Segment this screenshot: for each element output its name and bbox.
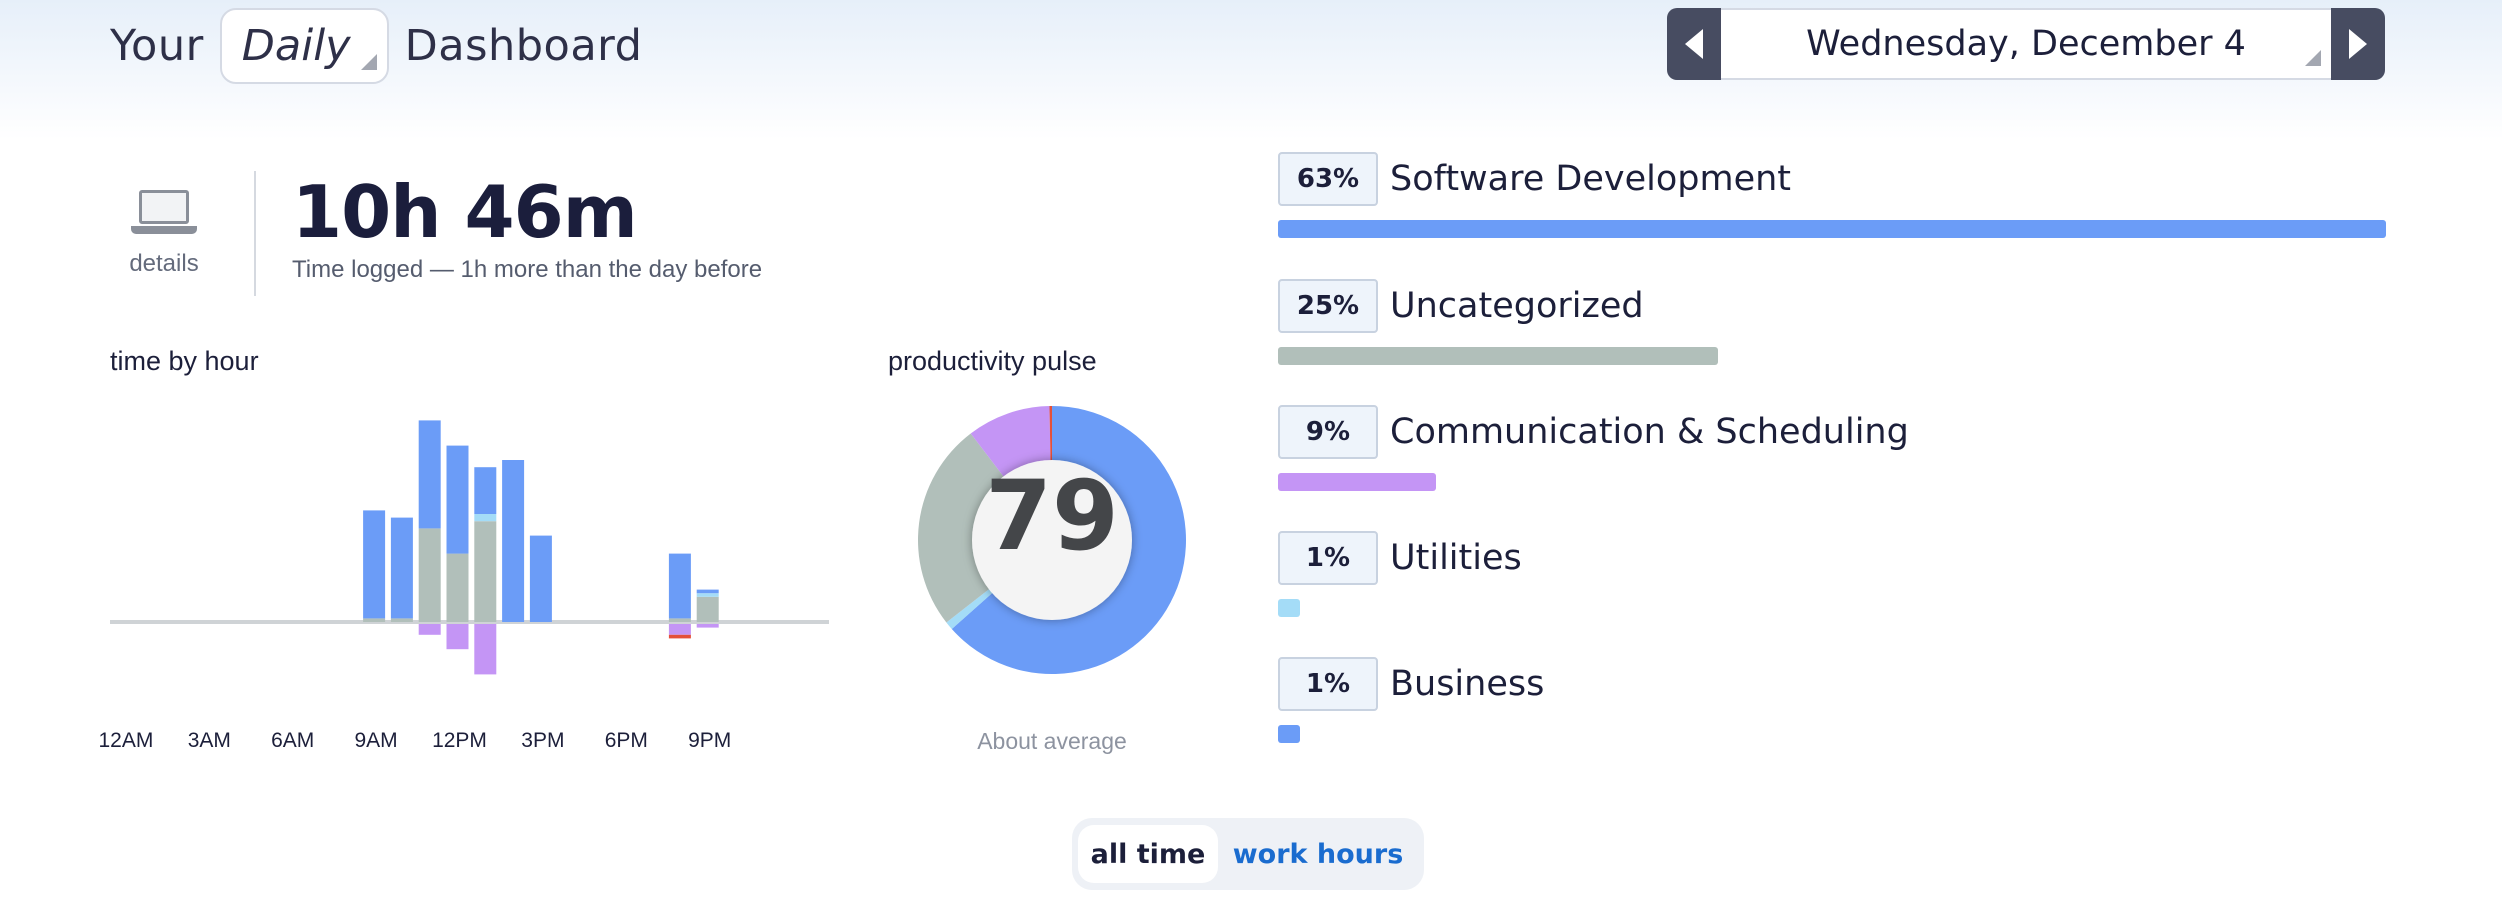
title-suffix: Dashboard [404, 21, 643, 71]
bar-distracting-13[interactable] [474, 624, 497, 675]
bar-distracting-21[interactable] [696, 624, 719, 628]
bar-neutral-13[interactable] [474, 521, 497, 622]
bar-very-productive-13[interactable] [474, 467, 497, 514]
category-bar-track [1278, 220, 2386, 238]
bar-very-productive-21[interactable] [696, 589, 719, 594]
arrow-left-icon [1685, 29, 1703, 59]
dropdown-corner-icon [360, 54, 377, 70]
hour-chart-label: time by hour [110, 346, 259, 376]
date-value: Wednesday, December 4 [1806, 24, 2246, 64]
category-bar-track [1278, 347, 2386, 365]
bar-very-productive-15[interactable] [529, 535, 552, 622]
time-range-toggle: all time work hours [1072, 818, 1424, 890]
category-software-development: 63% Software Development [1278, 152, 2386, 238]
next-day-button[interactable] [2331, 8, 2385, 80]
hour-tick-label: 3AM [188, 729, 231, 752]
date-dropdown[interactable]: Wednesday, December 4 [1721, 8, 2331, 80]
category-uncategorized: 25% Uncategorized [1278, 279, 2386, 365]
category-header[interactable]: 25% Uncategorized [1278, 279, 2386, 333]
hour-tick-label: 3PM [521, 729, 564, 752]
hour-tick-label: 9PM [688, 729, 731, 752]
bar-neutral-10[interactable] [390, 618, 413, 622]
pulse-score: 79 [985, 460, 1119, 572]
pulse-caption: About average [977, 728, 1127, 754]
bar-distracting-20[interactable] [668, 624, 691, 635]
category-name: Utilities [1390, 538, 1522, 578]
bar-very-productive-14[interactable] [502, 460, 525, 622]
bar-productive-13[interactable] [474, 514, 497, 522]
bar-distracting-12[interactable] [446, 624, 469, 650]
category-percent-badge: 1% [1278, 531, 1378, 585]
date-navigator: Wednesday, December 4 [1667, 8, 2385, 80]
all-time-option[interactable]: all time [1078, 825, 1218, 883]
category-percent-badge: 9% [1278, 405, 1378, 459]
work-hours-option[interactable]: work hours [1218, 825, 1418, 883]
bar-productive-21[interactable] [696, 593, 719, 597]
previous-day-button[interactable] [1667, 8, 1721, 80]
category-name: Communication & Scheduling [1390, 412, 1909, 452]
bar-very-distracting-20[interactable] [668, 634, 691, 639]
category-bar [1278, 599, 1300, 617]
category-header[interactable]: 1% Business [1278, 657, 2386, 711]
details-button[interactable]: details [122, 186, 206, 278]
bar-neutral-11[interactable] [418, 528, 441, 622]
bar-very-productive-10[interactable] [390, 517, 413, 619]
hour-tick-label: 9AM [355, 729, 398, 752]
total-time-logged: 10h 46m [292, 170, 638, 254]
bar-very-productive-11[interactable] [418, 420, 441, 529]
laptop-icon [131, 186, 197, 238]
period-dropdown[interactable]: Daily [219, 8, 389, 84]
details-label: details [129, 250, 199, 277]
category-bar-track [1278, 599, 2386, 617]
time-logged-subtitle: Time logged — 1h more than the day befor… [292, 256, 763, 283]
hour-tick-label: 6PM [605, 729, 648, 752]
category-bar [1278, 347, 1718, 365]
arrow-right-icon [2349, 29, 2367, 59]
bar-very-productive-9[interactable] [363, 510, 386, 619]
dashboard-title: Your Daily Dashboard [110, 8, 642, 84]
category-bar [1278, 725, 1300, 743]
period-value: Daily [241, 21, 351, 71]
category-header[interactable]: 9% Communication & Scheduling [1278, 405, 2386, 459]
category-utilities: 1% Utilities [1278, 531, 2386, 617]
summary-divider [254, 171, 256, 296]
category-business: 1% Business [1278, 657, 2386, 743]
category-name: Business [1390, 664, 1545, 704]
category-bar-track [1278, 725, 2386, 743]
title-prefix: Your [110, 21, 204, 71]
bar-neutral-12[interactable] [446, 553, 469, 622]
hour-tick-label: 12PM [432, 729, 487, 752]
category-percent-badge: 63% [1278, 152, 1378, 206]
bar-very-productive-20[interactable] [668, 553, 691, 619]
category-percent-badge: 1% [1278, 657, 1378, 711]
bar-neutral-21[interactable] [696, 596, 719, 622]
bar-neutral-9[interactable] [363, 618, 386, 622]
category-header[interactable]: 63% Software Development [1278, 152, 2386, 206]
category-bar-track [1278, 473, 2386, 491]
category-bar [1278, 220, 2386, 238]
pulse-label: productivity pulse [888, 346, 1097, 376]
hour-tick-label: 6AM [271, 729, 314, 752]
category-percent-badge: 25% [1278, 279, 1378, 333]
category-bar [1278, 473, 1436, 491]
hour-tick-label: 12AM [100, 729, 153, 752]
bar-very-productive-12[interactable] [446, 445, 469, 554]
category-communication-scheduling: 9% Communication & Scheduling [1278, 405, 2386, 491]
category-name: Software Development [1390, 159, 1792, 199]
bar-neutral-20[interactable] [668, 618, 691, 622]
category-header[interactable]: 1% Utilities [1278, 531, 2386, 585]
category-name: Uncategorized [1390, 286, 1644, 326]
bar-distracting-11[interactable] [418, 624, 441, 635]
time-by-hour-chart: 12AM 3AM 6AM 9AM 12PM 3PM 6PM 9PM [100, 420, 829, 752]
dropdown-corner-icon [2305, 50, 2321, 66]
